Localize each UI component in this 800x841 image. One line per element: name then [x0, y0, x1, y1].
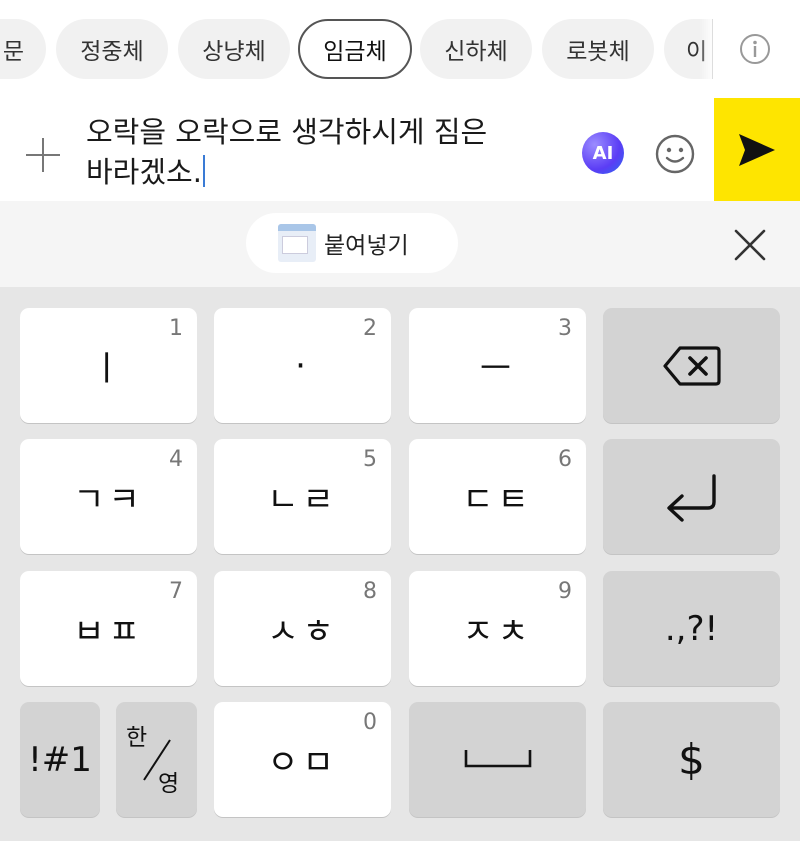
key-label: ㅈㅊ [462, 612, 533, 652]
key-label: ㄷㅌ [462, 480, 533, 520]
tone-chip-label: 신하체 [444, 39, 508, 65]
tone-chip-0[interactable]: 문 [0, 19, 46, 79]
message-input[interactable]: 오락을 오락으로 생각하시게 짐은 바라겠소. [86, 112, 556, 192]
emoji-icon[interactable] [654, 133, 696, 175]
key-label: $ [678, 735, 705, 784]
tone-chip-label: 상냥체 [202, 39, 266, 65]
key-number-hint: 2 [363, 316, 377, 341]
key-number-hint: 7 [169, 579, 183, 604]
clipboard-suggestion-bar: 붙여넣기 [0, 201, 800, 287]
tone-chip-bar: 문 정중체 상냥체 임금체 신하체 로봇체 이 [0, 0, 800, 98]
language-english-label: 영 [158, 771, 180, 797]
key-dot-vowel[interactable]: 2 · [214, 308, 391, 423]
chip-divider [712, 19, 713, 79]
key-bieup-pieup[interactable]: 7 ㅂㅍ [20, 571, 197, 686]
tone-chip-3-selected[interactable]: 임금체 [298, 19, 412, 79]
key-label: ㅣ [90, 349, 127, 389]
tone-chip-4[interactable]: 신하체 [420, 19, 532, 79]
key-number-hint: 8 [363, 579, 377, 604]
ai-icon[interactable]: AI [582, 132, 624, 174]
key-label: ㅅㅎ [267, 612, 338, 652]
language-toggle-key[interactable]: 한 영 [116, 702, 197, 817]
send-button[interactable] [714, 98, 800, 201]
clipboard-thumbnail [278, 224, 316, 262]
key-siot-hieut[interactable]: 8 ㅅㅎ [214, 571, 391, 686]
backspace-key[interactable] [603, 308, 780, 423]
tone-chip-5[interactable]: 로봇체 [542, 19, 654, 79]
tone-chip-1[interactable]: 정중체 [56, 19, 168, 79]
key-label: ㅂㅍ [73, 612, 144, 652]
space-icon [464, 749, 531, 767]
key-ieung-mieum[interactable]: 0 ㅇㅁ [214, 702, 391, 817]
backspace-icon [662, 345, 721, 386]
message-composer: 오락을 오락으로 생각하시게 짐은 바라겠소. AI [0, 98, 800, 201]
key-number-hint: 0 [363, 710, 377, 735]
key-label: · [295, 345, 310, 386]
message-text: 오락을 오락으로 생각하시게 짐은 바라겠소. [86, 115, 497, 189]
key-jieut-chieut[interactable]: 9 ㅈㅊ [409, 571, 586, 686]
key-label: !#1 [28, 739, 92, 780]
tone-chip-label: 정중체 [80, 39, 144, 65]
key-number-hint: 1 [169, 316, 183, 341]
key-i-vowel[interactable]: 1 ㅣ [20, 308, 197, 423]
key-label: ㅡ [479, 349, 516, 389]
tone-chip-label: 임금체 [323, 39, 387, 65]
key-giyeok-kieuk[interactable]: 4 ㄱㅋ [20, 439, 197, 554]
ai-label: AI [592, 142, 614, 164]
key-eu-vowel[interactable]: 3 ㅡ [409, 308, 586, 423]
tone-chip-label: 로봇체 [566, 39, 630, 65]
enter-key[interactable] [603, 439, 780, 554]
info-icon[interactable] [739, 33, 771, 65]
key-number-hint: 5 [363, 447, 377, 472]
send-icon [739, 133, 775, 166]
key-number-hint: 3 [558, 316, 572, 341]
paste-button[interactable]: 붙여넣기 [246, 213, 458, 273]
key-nieun-rieul[interactable]: 5 ㄴㄹ [214, 439, 391, 554]
key-number-hint: 9 [558, 579, 572, 604]
key-digeut-tieut[interactable]: 6 ㄷㅌ [409, 439, 586, 554]
keyboard: 1 ㅣ 2 · 3 ㅡ 4 ㄱㅋ 5 ㄴㄹ 6 ㄷㅌ 7 ㅂㅍ 8 ㅅㅎ 9 ㅈ… [0, 287, 800, 841]
close-icon[interactable] [733, 228, 767, 262]
tone-chip-2[interactable]: 상냥체 [178, 19, 290, 79]
space-key[interactable] [409, 702, 586, 817]
currency-key[interactable]: $ [603, 702, 780, 817]
key-number-hint: 6 [558, 447, 572, 472]
symbols-key[interactable]: !#1 [20, 702, 100, 817]
tone-chip-label: 문 [2, 39, 24, 65]
key-label: .,?! [664, 608, 719, 649]
key-label: ㄴㄹ [267, 480, 338, 520]
key-label: ㅇㅁ [267, 743, 338, 783]
key-label: ㄱㅋ [73, 480, 144, 520]
text-caret [202, 155, 205, 187]
paste-label: 붙여넣기 [324, 233, 409, 259]
enter-icon [666, 473, 716, 522]
plus-icon[interactable] [24, 136, 62, 174]
key-number-hint: 4 [169, 447, 183, 472]
punctuation-key[interactable]: .,?! [603, 571, 780, 686]
